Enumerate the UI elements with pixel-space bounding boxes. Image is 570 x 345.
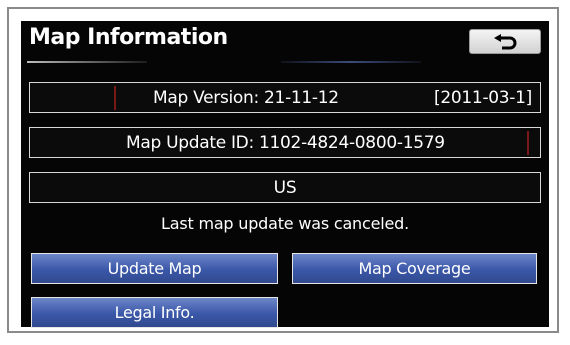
update-map-button[interactable]: Update Map bbox=[31, 253, 278, 284]
map-update-id-value: 1102-4824-0800-1579 bbox=[259, 132, 445, 153]
map-region-value: US bbox=[273, 177, 297, 198]
legal-info-button[interactable]: Legal Info. bbox=[31, 297, 278, 328]
back-button[interactable] bbox=[469, 29, 541, 54]
page-title: Map Information bbox=[29, 25, 228, 50]
status-message: Last map update was canceled. bbox=[161, 214, 409, 233]
map-version-value: 21-11-12 bbox=[264, 87, 339, 108]
return-arrow-icon bbox=[494, 33, 517, 49]
map-update-id-row: Map Update ID: 1102-4824-0800-1579 bbox=[29, 127, 541, 158]
map-version-text: Map Version: 21-11-12 bbox=[153, 88, 339, 108]
map-version-row: Map Version: 21-11-12 [2011-03-1] bbox=[29, 82, 541, 113]
map-coverage-label: Map Coverage bbox=[358, 259, 471, 278]
map-update-id-label: Map Update ID: bbox=[126, 132, 254, 153]
row-accent bbox=[527, 131, 529, 155]
legal-info-label: Legal Info. bbox=[114, 303, 195, 322]
map-region-row: US bbox=[29, 172, 541, 203]
map-information-screen: Map Information Map Version: 21-11-12 [2… bbox=[21, 21, 549, 328]
row-accent bbox=[114, 86, 116, 110]
map-version-label: Map Version: bbox=[153, 87, 259, 108]
map-update-id-text: Map Update ID: 1102-4824-0800-1579 bbox=[126, 133, 445, 153]
map-version-date: [2011-03-1] bbox=[434, 87, 532, 108]
title-underline-accent bbox=[281, 61, 421, 63]
title-underline bbox=[27, 61, 147, 63]
map-coverage-button[interactable]: Map Coverage bbox=[292, 253, 537, 284]
update-map-label: Update Map bbox=[107, 259, 202, 278]
